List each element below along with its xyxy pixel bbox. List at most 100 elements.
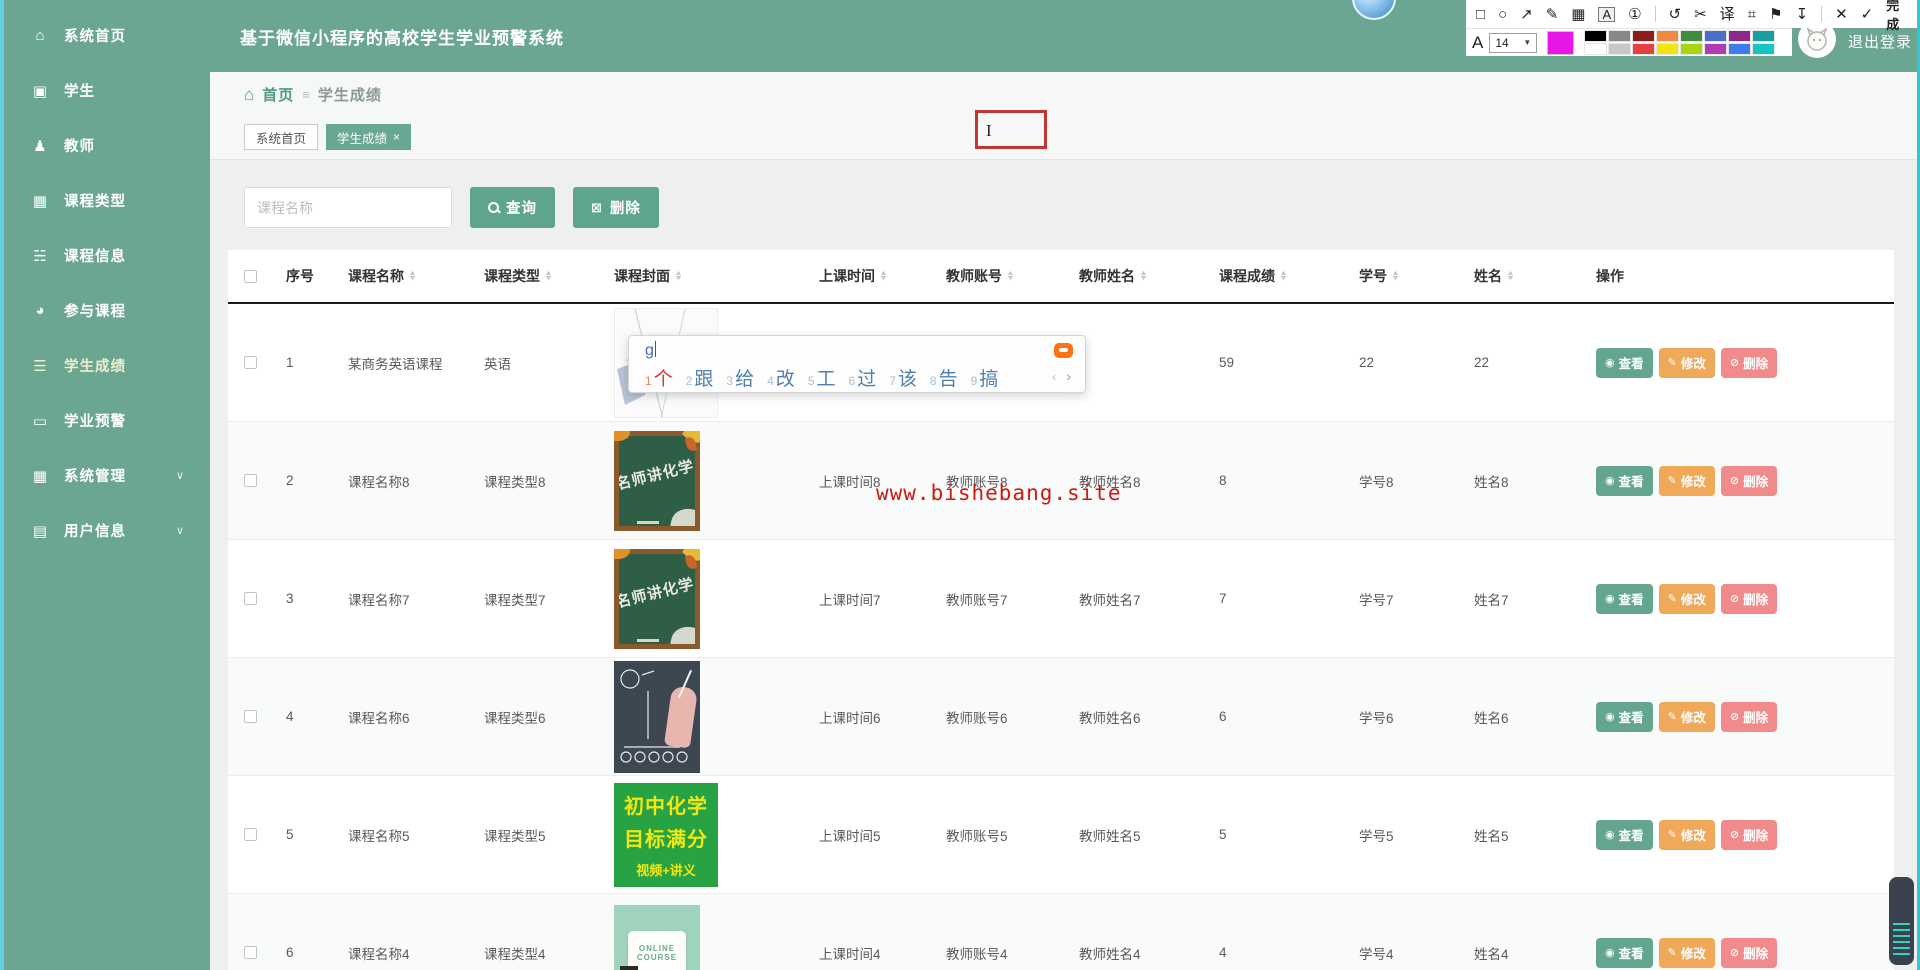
- sidebar-item-students[interactable]: ▣ 学生: [0, 63, 210, 118]
- row-checkbox[interactable]: [244, 946, 257, 959]
- mosaic-tool-icon[interactable]: ▦: [1571, 7, 1585, 22]
- grid-icon: ▦: [32, 192, 48, 210]
- course-cover-image[interactable]: ONLINE COURSE: [614, 904, 700, 970]
- ime-logo-icon[interactable]: [1054, 343, 1073, 358]
- floating-avatar-sphere[interactable]: [1352, 0, 1396, 20]
- ime-candidate[interactable]: 6过: [849, 364, 877, 391]
- palette-color[interactable]: [1632, 30, 1656, 42]
- sidebar-item-home[interactable]: ⌂ 系统首页: [0, 8, 210, 63]
- ime-prev-page-icon[interactable]: ‹: [1052, 368, 1057, 384]
- scissors-icon[interactable]: ✂: [1694, 7, 1707, 22]
- sidebar-item-course-participation[interactable]: ◕ 参与课程: [0, 283, 210, 338]
- delete-row-button[interactable]: ⊘ 删除: [1720, 465, 1778, 496]
- view-button[interactable]: ◉ 查看: [1596, 819, 1653, 850]
- close-tab-icon[interactable]: ×: [393, 130, 400, 144]
- edit-button[interactable]: ✎ 修改: [1658, 583, 1715, 614]
- chevron-down-icon: ∨: [175, 525, 184, 537]
- delete-row-button[interactable]: ⊘ 删除: [1720, 819, 1778, 850]
- sidebar-item-student-scores[interactable]: ☰ 学生成绩: [0, 338, 210, 393]
- ime-candidate[interactable]: 2跟: [686, 364, 714, 391]
- palette-color[interactable]: [1680, 43, 1704, 55]
- palette-color[interactable]: [1680, 30, 1704, 42]
- course-name-input[interactable]: [244, 187, 452, 228]
- pen-tool-icon[interactable]: ✎: [1546, 7, 1559, 22]
- ime-candidate[interactable]: 3给: [726, 364, 754, 391]
- number-step-tool-icon[interactable]: ①: [1628, 7, 1641, 22]
- palette-color[interactable]: [1608, 30, 1632, 42]
- ime-candidate[interactable]: 7该: [889, 364, 917, 391]
- edit-button[interactable]: ✎ 修改: [1658, 701, 1715, 732]
- annotation-rectangle[interactable]: I: [975, 110, 1047, 149]
- breadcrumb-home[interactable]: 首页: [262, 84, 294, 105]
- sidebar-item-course-info[interactable]: ☵ 课程信息: [0, 228, 210, 283]
- palette-color[interactable]: [1584, 30, 1608, 42]
- pin-icon[interactable]: ⚑: [1769, 7, 1782, 22]
- view-button[interactable]: ◉ 查看: [1596, 583, 1653, 614]
- palette-color[interactable]: [1752, 43, 1776, 55]
- view-button[interactable]: ◉ 查看: [1596, 465, 1653, 496]
- ime-candidate[interactable]: 5工: [808, 364, 836, 391]
- save-download-icon[interactable]: ↧: [1796, 7, 1809, 22]
- select-all-checkbox[interactable]: [244, 269, 257, 283]
- edit-button[interactable]: ✎ 修改: [1658, 937, 1715, 968]
- sidebar-item-academic-warning[interactable]: ▭ 学业预警: [0, 393, 210, 448]
- ime-candidate[interactable]: 8告: [930, 364, 958, 391]
- course-cover-image[interactable]: 名师讲化学: [614, 548, 700, 649]
- palette-color[interactable]: [1656, 30, 1680, 42]
- undo-icon[interactable]: ↺: [1669, 7, 1682, 22]
- sidebar-item-course-types[interactable]: ▦ 课程类型: [0, 173, 210, 228]
- delete-row-button[interactable]: ⊘ 删除: [1720, 347, 1778, 378]
- row-checkbox[interactable]: [244, 592, 257, 605]
- arrow-tool-icon[interactable]: ↗: [1520, 7, 1533, 22]
- edit-button[interactable]: ✎ 修改: [1658, 819, 1715, 850]
- scrollbar-thumb[interactable]: [1889, 877, 1914, 965]
- sidebar-item-teachers[interactable]: ♟ 教师: [0, 118, 210, 173]
- row-checkbox[interactable]: [244, 828, 257, 841]
- palette-color[interactable]: [1632, 43, 1656, 55]
- done-button[interactable]: 完成: [1886, 0, 1910, 33]
- tab-system-home[interactable]: 系统首页: [244, 124, 319, 150]
- row-checkbox[interactable]: [244, 474, 257, 487]
- edit-button[interactable]: ✎ 修改: [1658, 465, 1715, 496]
- palette-color[interactable]: [1608, 43, 1632, 55]
- row-checkbox[interactable]: [244, 356, 257, 369]
- course-cover-image[interactable]: 名师讲化学: [614, 430, 700, 531]
- sidebar-item-user-info[interactable]: ▤ 用户信息 ∨: [0, 503, 210, 558]
- palette-color[interactable]: [1656, 43, 1680, 55]
- close-icon[interactable]: ✕: [1835, 7, 1848, 22]
- view-button[interactable]: ◉ 查看: [1596, 937, 1653, 968]
- view-button[interactable]: ◉ 查看: [1596, 347, 1653, 378]
- translate-icon[interactable]: 译: [1720, 7, 1735, 22]
- palette-color[interactable]: [1704, 43, 1728, 55]
- check-icon[interactable]: ✓: [1861, 7, 1874, 22]
- delete-row-button[interactable]: ⊘ 删除: [1720, 583, 1778, 614]
- ellipse-tool-icon[interactable]: ○: [1498, 7, 1507, 22]
- ime-candidate[interactable]: 4改: [767, 364, 795, 391]
- ocr-extract-icon[interactable]: ⌗: [1748, 7, 1756, 22]
- palette-color[interactable]: [1728, 30, 1752, 42]
- sidebar-item-system-management[interactable]: ▦ 系统管理 ∨: [0, 448, 210, 503]
- course-cover-image[interactable]: [614, 660, 700, 773]
- rectangle-tool-icon[interactable]: □: [1476, 7, 1485, 22]
- query-button[interactable]: 查询: [470, 187, 555, 228]
- delete-row-button[interactable]: ⊘ 删除: [1720, 701, 1778, 732]
- sort-icon: ▲ ▼: [1390, 270, 1400, 282]
- delete-button[interactable]: ⊠ 删除: [573, 187, 659, 228]
- ime-candidate[interactable]: 9搞: [971, 364, 999, 391]
- tab-student-scores[interactable]: 学生成绩 ×: [326, 124, 412, 150]
- logout-button[interactable]: 退出登录: [1848, 31, 1912, 52]
- current-color-swatch[interactable]: [1547, 30, 1575, 55]
- row-checkbox[interactable]: [244, 710, 257, 723]
- ime-next-page-icon[interactable]: ›: [1066, 368, 1071, 384]
- course-cover-image[interactable]: 初中化学 目标满分 视频+讲义: [614, 782, 718, 887]
- view-button[interactable]: ◉ 查看: [1596, 701, 1653, 732]
- font-size-dropdown[interactable]: 14 ▼: [1489, 32, 1538, 53]
- edit-button[interactable]: ✎ 修改: [1658, 347, 1715, 378]
- ime-candidate[interactable]: 1个: [645, 364, 673, 391]
- text-tool-icon[interactable]: A: [1598, 6, 1616, 22]
- palette-color[interactable]: [1752, 30, 1776, 42]
- palette-color[interactable]: [1704, 30, 1728, 42]
- palette-color[interactable]: [1728, 43, 1752, 55]
- delete-row-button[interactable]: ⊘ 删除: [1720, 937, 1778, 968]
- palette-color[interactable]: [1584, 43, 1608, 55]
